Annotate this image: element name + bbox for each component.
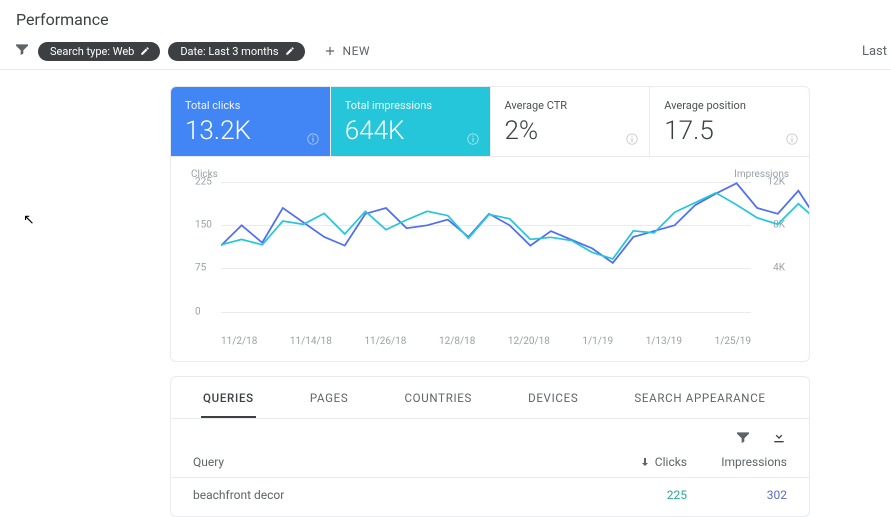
- metric-label: Average position: [664, 99, 795, 112]
- page-title: Performance: [0, 0, 891, 33]
- metric-label: Average CTR: [505, 99, 636, 112]
- metric-average-ctr[interactable]: Average CTR 2%: [490, 87, 650, 156]
- metrics-row: Total clicks 13.2K Total impressions 644…: [171, 87, 809, 157]
- filter-bar: Search type: Web Date: Last 3 months NEW…: [0, 33, 891, 70]
- xtick: 11/14/18: [290, 336, 332, 347]
- info-icon: [625, 132, 639, 146]
- x-axis: 11/2/18 11/14/18 11/26/18 12/8/18 12/20/…: [221, 336, 751, 347]
- chart-lines: [221, 182, 810, 312]
- new-filter-button[interactable]: NEW: [323, 44, 371, 58]
- xtick: 12/8/18: [439, 336, 475, 347]
- info-icon: [306, 132, 320, 146]
- pencil-icon: [140, 46, 150, 56]
- download-icon[interactable]: [771, 429, 787, 445]
- table-row[interactable]: beachfront decor 225 302: [171, 478, 809, 512]
- ytick-left: 75: [195, 263, 206, 274]
- table-header: Query Clicks Impressions: [171, 449, 809, 478]
- chip-search-type-label: Search type: Web: [50, 45, 134, 58]
- metric-value: 644K: [345, 116, 476, 146]
- metric-average-position[interactable]: Average position 17.5: [649, 87, 809, 156]
- table-toolbar: [171, 419, 809, 449]
- mouse-cursor: ↖: [23, 212, 35, 228]
- pencil-icon: [285, 46, 295, 56]
- tab-pages[interactable]: PAGES: [308, 377, 351, 418]
- tab-search-appearance[interactable]: SEARCH APPEARANCE: [632, 377, 767, 418]
- tab-queries[interactable]: QUERIES: [201, 377, 256, 418]
- new-filter-label: NEW: [343, 44, 371, 58]
- metric-value: 17.5: [664, 116, 795, 146]
- chip-date-range[interactable]: Date: Last 3 months: [168, 42, 304, 61]
- metric-value: 13.2K: [185, 116, 316, 146]
- col-clicks[interactable]: Clicks: [597, 455, 687, 469]
- cell-query: beachfront decor: [193, 488, 597, 502]
- xtick: 11/26/18: [364, 336, 406, 347]
- metric-value: 2%: [505, 116, 636, 146]
- dimension-tabs: QUERIES PAGES COUNTRIES DEVICES SEARCH A…: [171, 377, 809, 419]
- xtick: 11/2/18: [221, 336, 257, 347]
- sort-desc-icon: [639, 456, 651, 468]
- ytick-left: 225: [195, 177, 212, 188]
- chart-canvas[interactable]: 225 12K 150 8K 75 4K 0: [191, 182, 789, 332]
- xtick: 12/20/18: [508, 336, 550, 347]
- chip-search-type[interactable]: Search type: Web: [38, 42, 160, 61]
- metric-total-clicks[interactable]: Total clicks 13.2K: [171, 87, 330, 156]
- metric-label: Total impressions: [345, 99, 476, 112]
- performance-card: Total clicks 13.2K Total impressions 644…: [170, 86, 810, 362]
- cell-impressions: 302: [687, 488, 787, 502]
- info-icon: [466, 132, 480, 146]
- filter-icon[interactable]: [735, 429, 751, 445]
- xtick: 1/13/19: [646, 336, 682, 347]
- ytick-left: 0: [195, 307, 201, 318]
- tab-devices[interactable]: DEVICES: [526, 377, 580, 418]
- col-impressions[interactable]: Impressions: [687, 455, 787, 469]
- truncated-text: Last: [862, 44, 887, 59]
- tab-countries[interactable]: COUNTRIES: [402, 377, 474, 418]
- col-query[interactable]: Query: [193, 455, 597, 469]
- ytick-left: 150: [195, 220, 212, 231]
- xtick: 1/1/19: [582, 336, 613, 347]
- metric-total-impressions[interactable]: Total impressions 644K: [330, 87, 490, 156]
- plus-icon: [323, 44, 337, 58]
- chart-area: Clicks Impressions 225 12K 150 8K 75 4K …: [171, 157, 809, 361]
- filter-icon[interactable]: [14, 41, 30, 61]
- cell-clicks: 225: [597, 488, 687, 502]
- chip-date-range-label: Date: Last 3 months: [180, 45, 278, 58]
- info-icon: [785, 132, 799, 146]
- query-table-card: QUERIES PAGES COUNTRIES DEVICES SEARCH A…: [170, 376, 810, 517]
- metric-label: Total clicks: [185, 99, 316, 112]
- xtick: 1/25/19: [715, 336, 751, 347]
